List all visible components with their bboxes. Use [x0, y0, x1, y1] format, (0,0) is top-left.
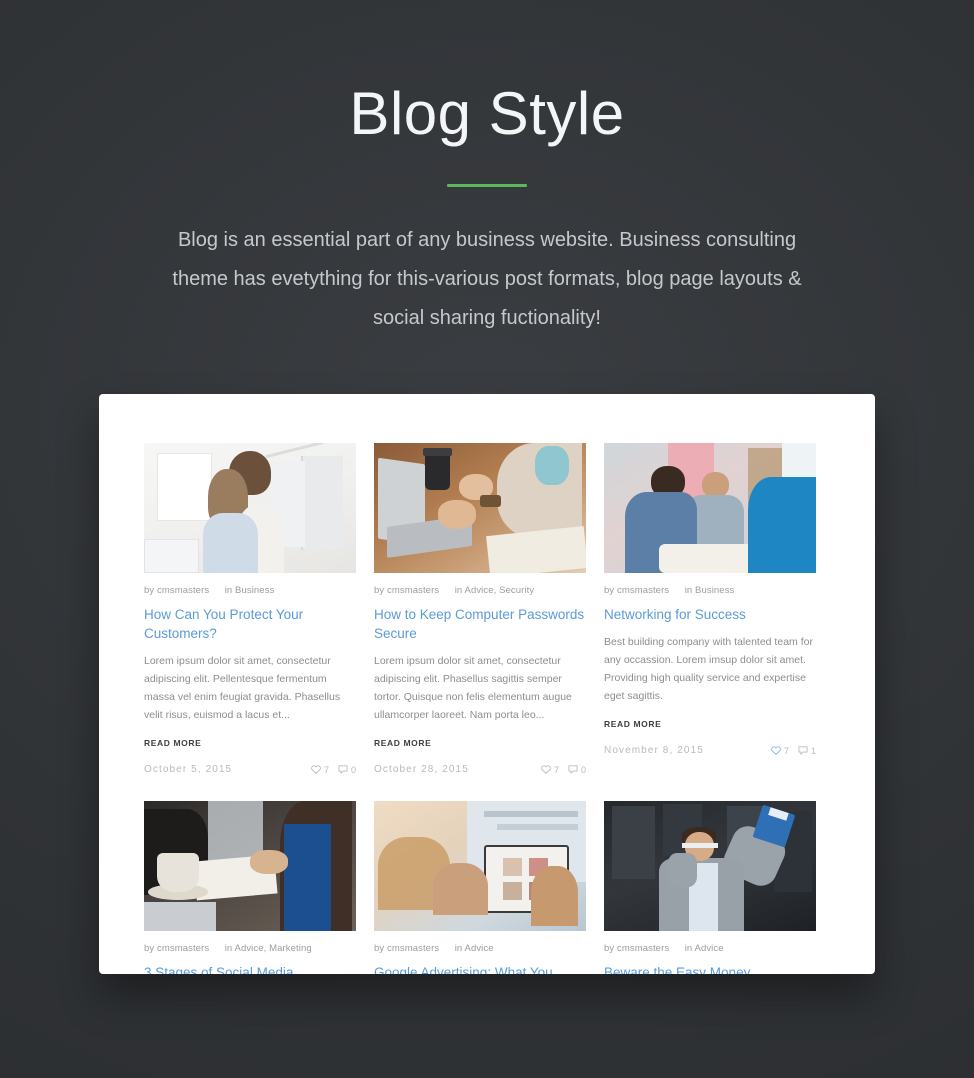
- post-meta: by cmsmasters in Advice: [604, 943, 816, 954]
- blog-post-card[interactable]: by cmsmasters in Advice Beware the Easy …: [604, 801, 816, 974]
- post-title-link[interactable]: How Can You Protect Your Customers?: [144, 605, 356, 643]
- heart-icon: [311, 765, 321, 774]
- blog-post-card[interactable]: by cmsmasters in Advice, Security How to…: [374, 443, 586, 775]
- post-counters: 7 1: [771, 746, 816, 756]
- post-categories[interactable]: Advice: [465, 943, 494, 954]
- post-author-prefix: by: [604, 585, 615, 596]
- post-thumbnail-bright-office[interactable]: [144, 443, 356, 573]
- post-thumbnail-laptop-desk[interactable]: [374, 443, 586, 573]
- post-counters: 7 0: [541, 765, 586, 775]
- post-categories[interactable]: Advice: [695, 943, 724, 954]
- post-excerpt: Best building company with talented team…: [604, 636, 813, 702]
- comment-icon: [568, 765, 578, 774]
- post-counters: 7 0: [311, 765, 356, 775]
- post-date: October 28, 2015: [374, 764, 469, 775]
- blog-post-card[interactable]: by cmsmasters in Business How Can You Pr…: [144, 443, 356, 775]
- post-title-link[interactable]: 3 Stages of Social Media: [144, 963, 356, 974]
- like-counter[interactable]: 7: [541, 765, 559, 775]
- like-count: 7: [323, 764, 329, 775]
- post-categories[interactable]: Advice, Security: [465, 585, 535, 596]
- blog-post-card[interactable]: by cmsmasters in Advice, Marketing 3 Sta…: [144, 801, 356, 974]
- post-title-link[interactable]: How to Keep Computer Passwords Secure: [374, 605, 586, 643]
- post-author-prefix: by: [374, 585, 385, 596]
- post-date: November 8, 2015: [604, 745, 704, 756]
- like-counter[interactable]: 7: [311, 765, 329, 775]
- post-author[interactable]: cmsmasters: [387, 585, 439, 596]
- post-category-prefix: in: [224, 585, 233, 596]
- post-title-link[interactable]: Beware the Easy Money: [604, 963, 816, 974]
- post-category-prefix: in: [684, 585, 693, 596]
- like-count: 7: [553, 764, 559, 775]
- post-thumbnail-man-tablet[interactable]: [604, 801, 816, 931]
- page-root: Blog Style Blog is an essential part of …: [0, 0, 974, 1078]
- post-title-link[interactable]: Google Advertising: What You Really Need…: [374, 963, 586, 974]
- comment-counter[interactable]: 0: [568, 765, 586, 775]
- post-thumbnail-team-meeting[interactable]: [604, 443, 816, 573]
- post-excerpt: Lorem ipsum dolor sit amet, consectetur …: [374, 655, 572, 721]
- post-date: October 5, 2015: [144, 764, 233, 775]
- post-meta: by cmsmasters in Business: [144, 585, 356, 596]
- blog-panel: by cmsmasters in Business How Can You Pr…: [99, 394, 875, 974]
- comment-count: 0: [350, 764, 356, 775]
- post-category-prefix: in: [454, 943, 463, 954]
- read-more-link[interactable]: READ MORE: [604, 719, 661, 729]
- hero-subtitle: Blog is an essential part of any busines…: [172, 229, 802, 329]
- post-author[interactable]: cmsmasters: [387, 943, 439, 954]
- post-categories[interactable]: Advice, Marketing: [235, 943, 312, 954]
- post-meta: by cmsmasters in Business: [604, 585, 816, 596]
- post-author[interactable]: cmsmasters: [157, 585, 209, 596]
- comment-counter[interactable]: 1: [798, 746, 816, 756]
- post-author[interactable]: cmsmasters: [157, 943, 209, 954]
- comment-icon: [798, 746, 808, 755]
- blog-panel-wrapper: by cmsmasters in Business How Can You Pr…: [99, 394, 875, 974]
- comment-count: 0: [580, 764, 586, 775]
- title-underline-rule: [447, 184, 527, 187]
- comment-count: 1: [810, 745, 816, 756]
- heart-icon: [541, 765, 551, 774]
- read-more-link[interactable]: READ MORE: [374, 738, 431, 748]
- post-meta: by cmsmasters in Advice, Marketing: [144, 943, 356, 954]
- blog-post-card[interactable]: by cmsmasters in Advice Google Advertisi…: [374, 801, 586, 974]
- like-count: 7: [783, 745, 789, 756]
- post-author-prefix: by: [144, 585, 155, 596]
- heart-icon: [771, 746, 781, 755]
- comment-counter[interactable]: 0: [338, 765, 356, 775]
- post-categories[interactable]: Business: [695, 585, 734, 596]
- read-more-link[interactable]: READ MORE: [144, 738, 201, 748]
- post-meta: by cmsmasters in Advice: [374, 943, 586, 954]
- hero-section: Blog Style Blog is an essential part of …: [0, 0, 974, 338]
- post-footer: November 8, 2015 7 1: [604, 745, 816, 756]
- blog-post-card[interactable]: by cmsmasters in Business Networking for…: [604, 443, 816, 775]
- post-footer: October 5, 2015 7 0: [144, 764, 356, 775]
- post-category-prefix: in: [684, 943, 693, 954]
- post-author[interactable]: cmsmasters: [617, 585, 669, 596]
- post-thumbnail-dark-meeting[interactable]: [144, 801, 356, 931]
- comment-icon: [338, 765, 348, 774]
- post-excerpt: Lorem ipsum dolor sit amet, consectetur …: [144, 655, 341, 721]
- like-counter[interactable]: 7: [771, 746, 789, 756]
- post-category-prefix: in: [224, 943, 233, 954]
- post-footer: October 28, 2015 7 0: [374, 764, 586, 775]
- post-author-prefix: by: [144, 943, 155, 954]
- post-author[interactable]: cmsmasters: [617, 943, 669, 954]
- post-author-prefix: by: [374, 943, 385, 954]
- post-title-link[interactable]: Networking for Success: [604, 605, 816, 624]
- page-title: Blog Style: [349, 80, 625, 147]
- post-meta: by cmsmasters in Advice, Security: [374, 585, 586, 596]
- post-categories[interactable]: Business: [235, 585, 274, 596]
- blog-post-grid: by cmsmasters in Business How Can You Pr…: [144, 443, 830, 974]
- post-category-prefix: in: [454, 585, 463, 596]
- post-thumbnail-tablet-laptop[interactable]: [374, 801, 586, 931]
- post-author-prefix: by: [604, 943, 615, 954]
